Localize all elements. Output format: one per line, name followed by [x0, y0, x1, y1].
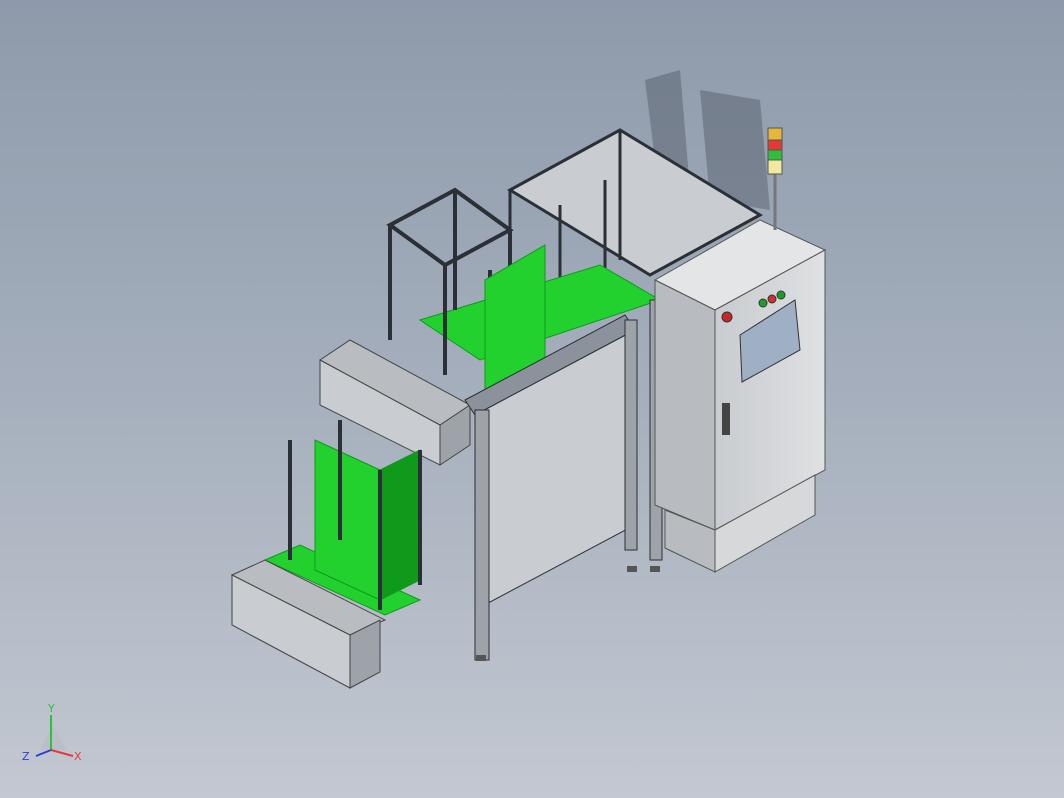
upper-conveyor-housing — [319, 339, 471, 466]
triad-plane — [40, 725, 66, 750]
stack-light — [767, 127, 783, 230]
coordinate-triad: Y X Z — [22, 702, 82, 763]
pcb-unloader-machine-model[interactable] — [0, 0, 1064, 798]
control-cabinet — [653, 219, 827, 573]
x-axis — [50, 749, 74, 757]
z-axis — [35, 749, 52, 757]
y-axis-label: Y — [47, 702, 55, 715]
z-axis-label: Z — [22, 750, 30, 763]
x-axis-label: X — [74, 750, 82, 763]
cabinet-handle — [722, 403, 730, 435]
cad-viewport[interactable]: Y X Z — [0, 0, 1064, 798]
